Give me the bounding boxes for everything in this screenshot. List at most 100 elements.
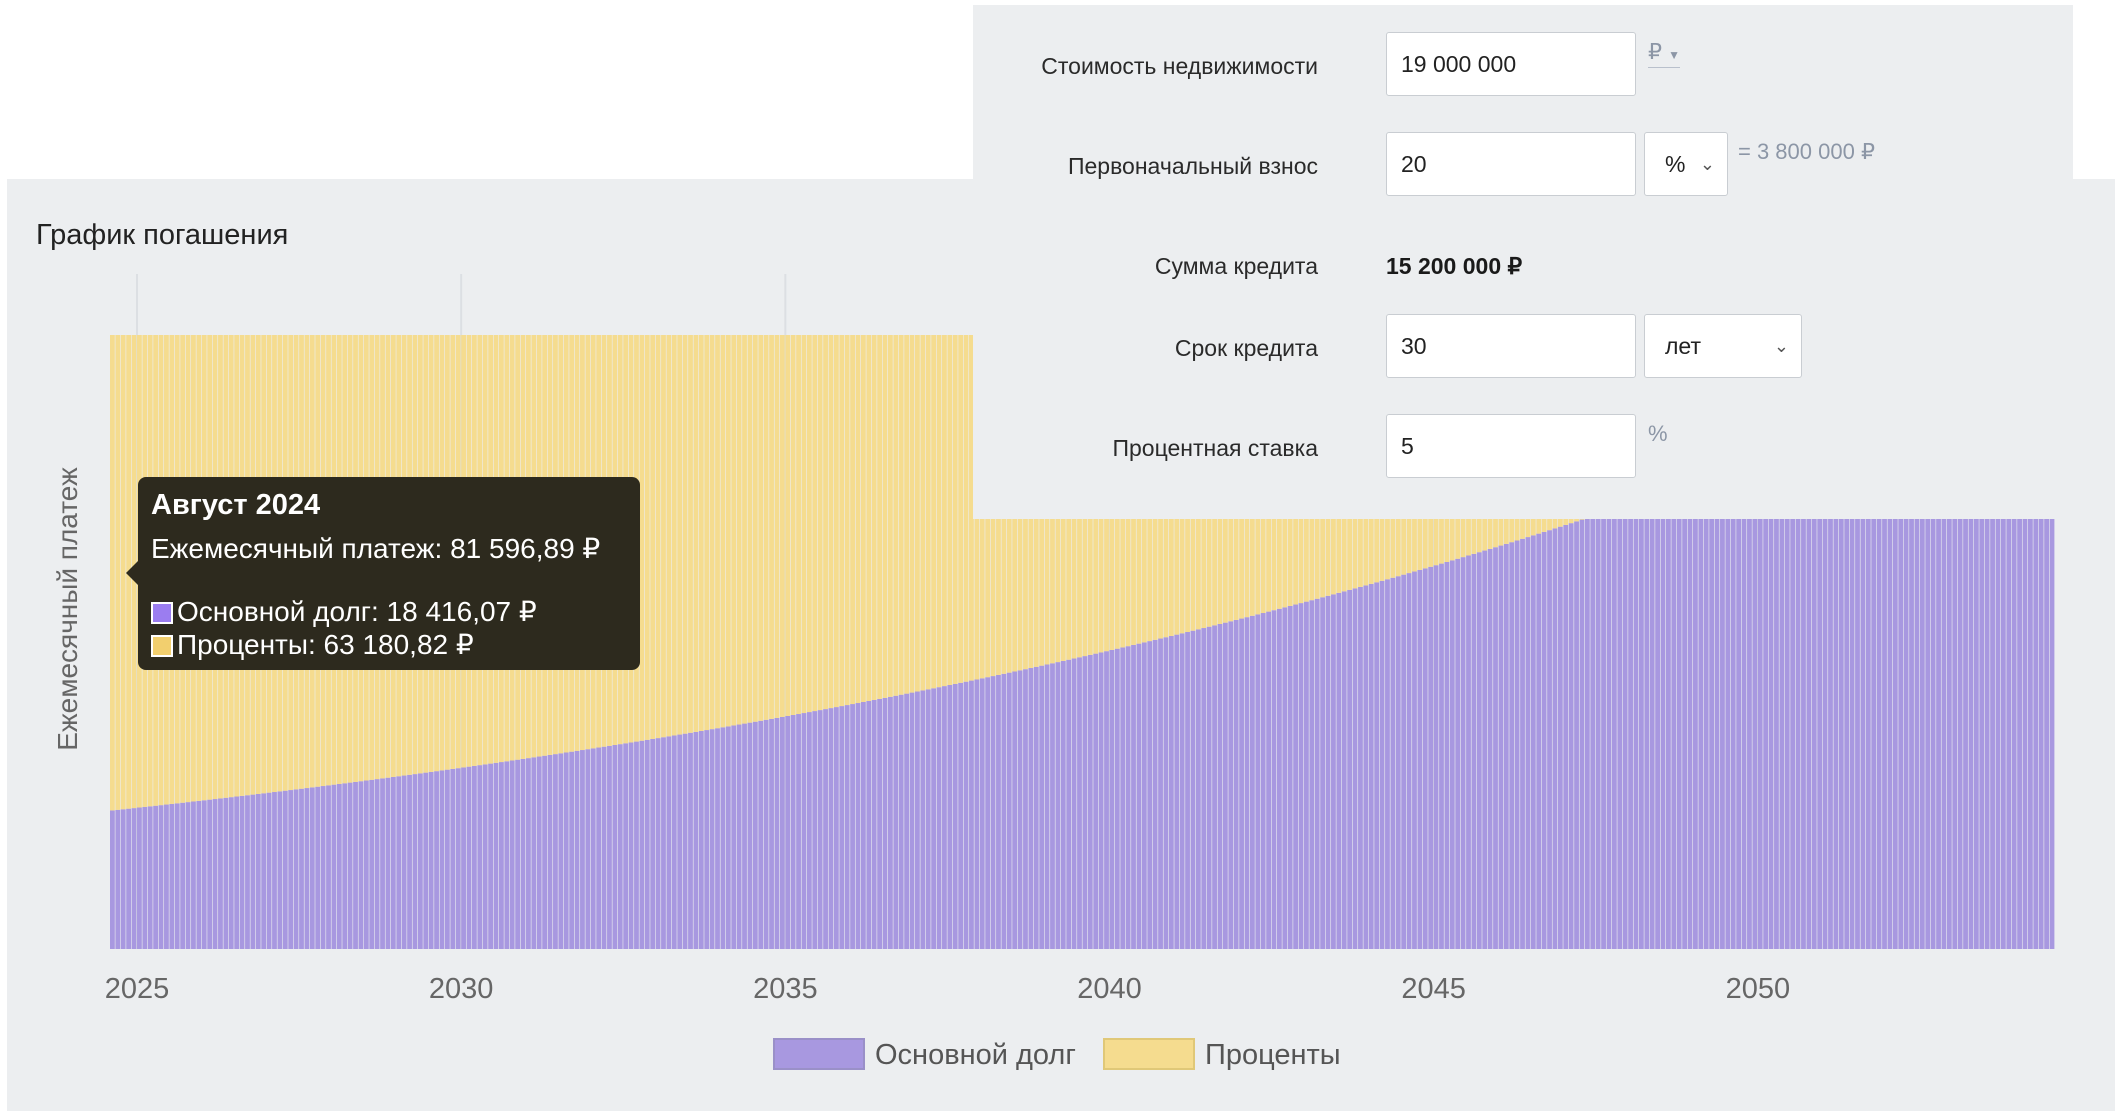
bar-principal[interactable] bbox=[1541, 531, 1547, 949]
bar-principal[interactable] bbox=[1244, 617, 1250, 949]
bar-principal[interactable] bbox=[1120, 647, 1126, 949]
bar-principal[interactable] bbox=[1503, 543, 1509, 949]
bar-principal[interactable] bbox=[655, 738, 661, 949]
bar-principal[interactable] bbox=[1628, 503, 1633, 949]
bar-principal[interactable] bbox=[245, 795, 250, 949]
bar-principal[interactable] bbox=[736, 724, 742, 949]
bar-principal[interactable] bbox=[574, 750, 580, 949]
bar-principal[interactable] bbox=[1325, 595, 1331, 949]
bar-principal[interactable] bbox=[239, 795, 245, 949]
bar-principal[interactable] bbox=[1314, 598, 1320, 949]
bar-principal[interactable] bbox=[250, 794, 256, 949]
bar-principal[interactable] bbox=[444, 769, 450, 949]
bar-principal[interactable] bbox=[390, 776, 396, 949]
bar-principal[interactable] bbox=[439, 770, 445, 949]
bar-principal[interactable] bbox=[1433, 565, 1439, 949]
bar-principal[interactable] bbox=[942, 686, 947, 949]
bar-principal[interactable] bbox=[860, 701, 866, 949]
bar-principal[interactable] bbox=[499, 762, 504, 949]
bar-principal[interactable] bbox=[526, 758, 531, 949]
bar-principal[interactable] bbox=[1217, 624, 1223, 949]
bar-principal[interactable] bbox=[493, 762, 499, 949]
bar-principal[interactable] bbox=[1055, 662, 1061, 949]
bar-principal[interactable] bbox=[796, 714, 801, 949]
bar-principal[interactable] bbox=[164, 804, 169, 949]
bar-principal[interactable] bbox=[1104, 651, 1109, 949]
bar-principal[interactable] bbox=[1666, 490, 1671, 949]
bar-interest[interactable] bbox=[725, 335, 731, 727]
bar-interest[interactable] bbox=[763, 335, 769, 720]
bar-principal[interactable] bbox=[277, 791, 283, 949]
bar-principal[interactable] bbox=[1114, 648, 1120, 949]
bar-principal[interactable] bbox=[428, 771, 434, 949]
bar-principal[interactable] bbox=[1568, 523, 1574, 949]
bar-interest[interactable] bbox=[893, 335, 899, 696]
bar-principal[interactable] bbox=[1774, 450, 1779, 949]
bar-principal[interactable] bbox=[1584, 517, 1590, 949]
bar-principal[interactable] bbox=[763, 719, 769, 949]
bar-principal[interactable] bbox=[288, 790, 294, 949]
bar-principal[interactable] bbox=[1179, 633, 1185, 949]
bar-principal[interactable] bbox=[958, 682, 964, 949]
bar-principal[interactable] bbox=[1222, 622, 1228, 949]
bar-principal[interactable] bbox=[806, 712, 812, 949]
bar-principal[interactable] bbox=[455, 768, 461, 949]
bar-principal[interactable] bbox=[1109, 649, 1115, 949]
bar-principal[interactable] bbox=[650, 738, 656, 949]
bar-principal[interactable] bbox=[715, 728, 720, 949]
bar-principal[interactable] bbox=[974, 679, 980, 949]
bar-principal[interactable] bbox=[326, 785, 331, 949]
bar-principal[interactable] bbox=[979, 678, 985, 949]
bar-principal[interactable] bbox=[1698, 478, 1704, 949]
bar-principal[interactable] bbox=[563, 752, 569, 949]
bar-principal[interactable] bbox=[461, 767, 466, 949]
bar-principal[interactable] bbox=[488, 763, 493, 949]
down-payment-unit-select[interactable]: % ⌄ bbox=[1644, 132, 1728, 196]
bar-principal[interactable] bbox=[1228, 621, 1234, 949]
bar-interest[interactable] bbox=[915, 335, 920, 692]
bar-principal[interactable] bbox=[1617, 506, 1623, 949]
bar-interest[interactable] bbox=[698, 335, 704, 731]
bar-principal[interactable] bbox=[1163, 637, 1169, 949]
bar-principal[interactable] bbox=[520, 758, 526, 949]
bar-principal[interactable] bbox=[996, 674, 1001, 949]
bar-interest[interactable] bbox=[925, 335, 931, 690]
legend-swatch-principal[interactable] bbox=[773, 1038, 865, 1070]
bar-principal[interactable] bbox=[1579, 519, 1585, 949]
bar-principal[interactable] bbox=[1012, 671, 1018, 949]
bar-principal[interactable] bbox=[1476, 552, 1482, 949]
bar-principal[interactable] bbox=[315, 786, 321, 949]
bar-principal[interactable] bbox=[531, 757, 537, 949]
bar-principal[interactable] bbox=[1039, 665, 1045, 949]
bar-principal[interactable] bbox=[191, 801, 196, 949]
bar-principal[interactable] bbox=[898, 694, 904, 949]
bar-principal[interactable] bbox=[1239, 618, 1244, 949]
bar-principal[interactable] bbox=[450, 768, 456, 949]
bar-interest[interactable] bbox=[947, 335, 953, 686]
bar-principal[interactable] bbox=[1006, 672, 1012, 949]
bar-principal[interactable] bbox=[304, 788, 310, 949]
bar-interest[interactable] bbox=[666, 335, 672, 737]
bar-principal[interactable] bbox=[1374, 582, 1380, 949]
bar-principal[interactable] bbox=[1293, 604, 1299, 949]
bar-principal[interactable] bbox=[158, 805, 164, 949]
bar-principal[interactable] bbox=[547, 754, 553, 949]
bar-principal[interactable] bbox=[1428, 566, 1434, 949]
bar-principal[interactable] bbox=[1509, 542, 1515, 949]
bar-principal[interactable] bbox=[920, 690, 926, 949]
bar-principal[interactable] bbox=[131, 808, 137, 949]
bar-principal[interactable] bbox=[725, 726, 731, 949]
bar-principal[interactable] bbox=[1655, 493, 1660, 949]
bar-principal[interactable] bbox=[866, 700, 872, 949]
bar-principal[interactable] bbox=[1395, 576, 1401, 949]
bar-principal[interactable] bbox=[553, 754, 558, 949]
bar-interest[interactable] bbox=[860, 335, 866, 702]
bar-principal[interactable] bbox=[1363, 585, 1369, 949]
bar-principal[interactable] bbox=[952, 683, 958, 949]
bar-principal[interactable] bbox=[1001, 673, 1007, 949]
bar-principal[interactable] bbox=[1574, 521, 1579, 949]
bar-principal[interactable] bbox=[596, 747, 602, 949]
bar-principal[interactable] bbox=[1255, 614, 1261, 949]
bar-interest[interactable] bbox=[661, 335, 666, 738]
bar-interest[interactable] bbox=[720, 335, 726, 728]
